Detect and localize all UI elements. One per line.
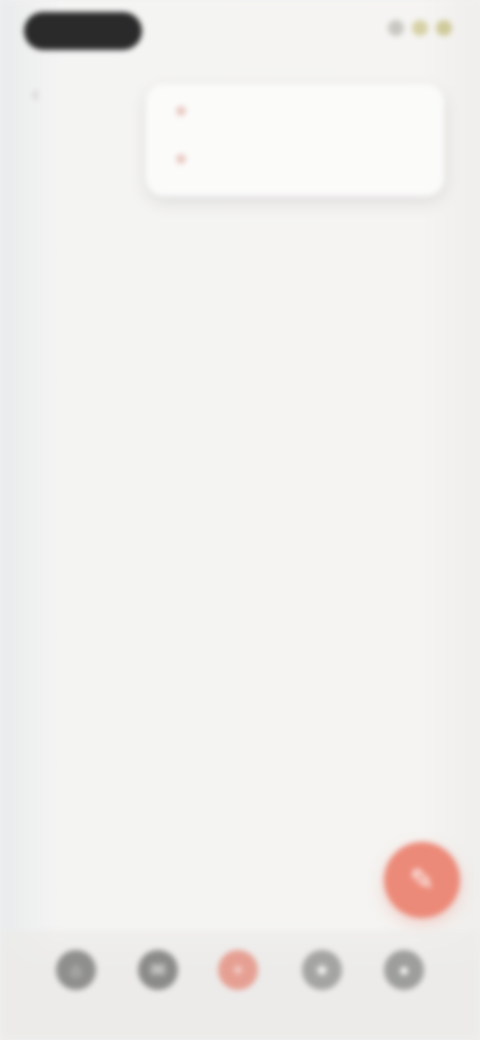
- article-paragraph: [64, 554, 440, 585]
- nav-item-home[interactable]: ⌂: [56, 950, 96, 990]
- dot-icon: [176, 106, 186, 116]
- screen: ‹ ✎ ⌂ ✉ + ★ ●: [0, 0, 480, 1040]
- nav-item-bookmark[interactable]: ★: [302, 950, 342, 990]
- article-body: [64, 168, 440, 617]
- nav-item-add[interactable]: +: [218, 950, 258, 990]
- status-icons: [388, 20, 452, 36]
- nav-item-chat[interactable]: ✉: [138, 950, 178, 990]
- back-arrow-icon[interactable]: ‹: [32, 82, 56, 106]
- status-time: [24, 12, 142, 50]
- dot-icon: [176, 154, 186, 164]
- nav-item-profile[interactable]: ●: [384, 950, 424, 990]
- article-paragraph: [64, 239, 440, 270]
- article-heading: [64, 168, 440, 199]
- add-icon: +: [232, 959, 244, 980]
- profile-icon: ●: [398, 959, 410, 980]
- bottom-nav: ⌂ ✉ + ★ ●: [0, 930, 480, 1040]
- chat-icon: ✉: [150, 959, 166, 980]
- home-icon: ⌂: [70, 959, 82, 980]
- status-bar: [0, 0, 480, 64]
- article-paragraph: [64, 491, 440, 522]
- signal-icon: [388, 20, 404, 36]
- article-paragraph: [64, 365, 440, 396]
- edit-icon: ✎: [409, 863, 435, 897]
- battery-icon: [436, 20, 452, 36]
- article-paragraph: [64, 428, 440, 459]
- popup-menu-item[interactable]: [176, 154, 200, 164]
- wifi-icon: [412, 20, 428, 36]
- article-paragraph: [64, 302, 440, 333]
- popup-menu-item[interactable]: [176, 106, 200, 116]
- bookmark-icon: ★: [313, 959, 331, 980]
- fab-button[interactable]: ✎: [384, 842, 460, 918]
